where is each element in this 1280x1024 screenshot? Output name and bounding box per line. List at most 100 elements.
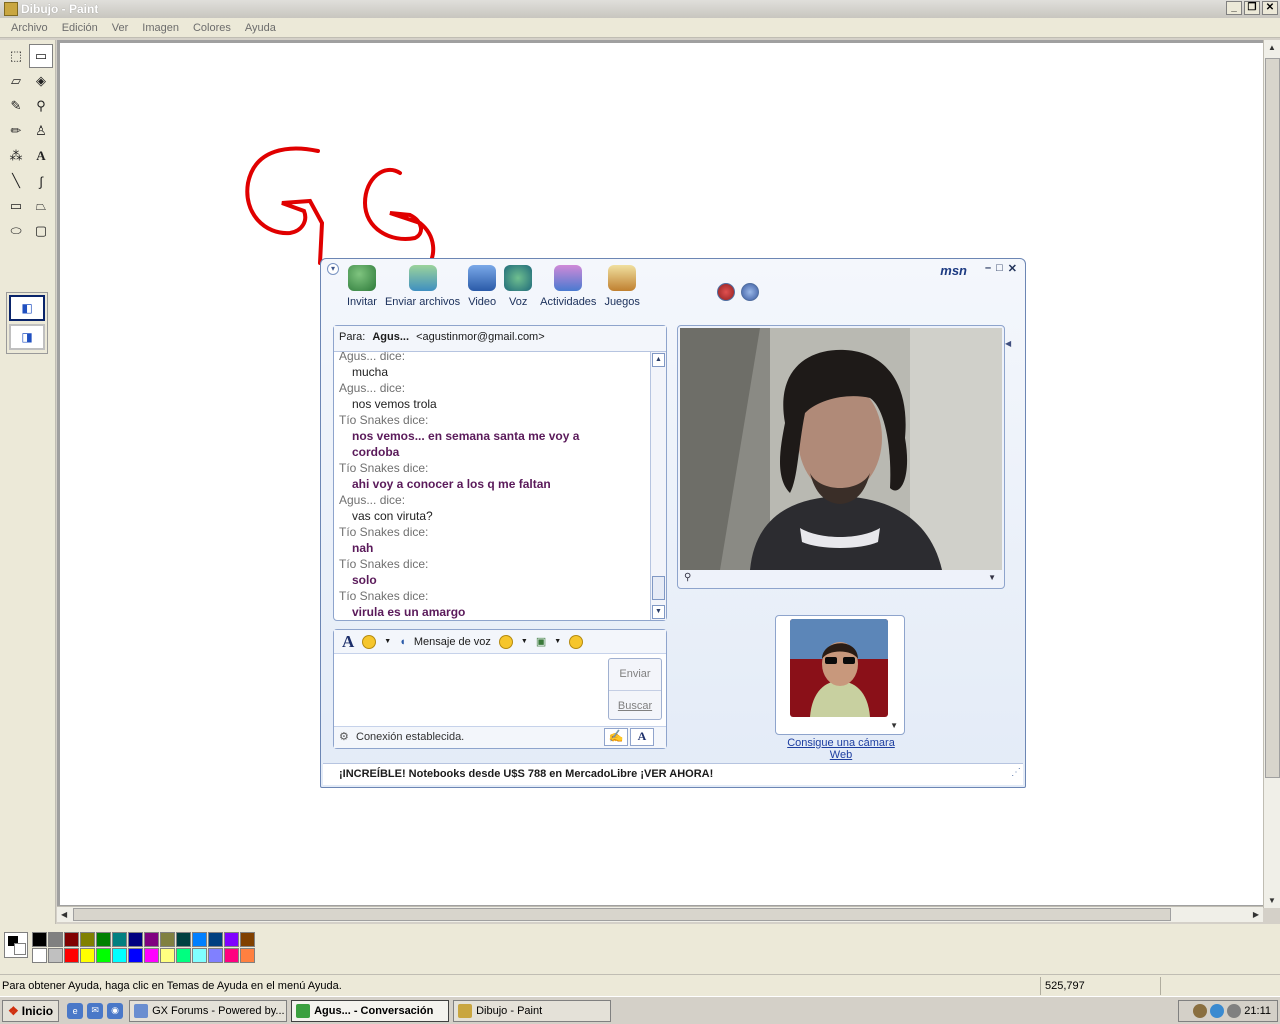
menu-edicion[interactable]: Edición (55, 22, 105, 34)
chevron-down-icon[interactable]: ▼ (384, 638, 391, 645)
color-swatch[interactable] (192, 932, 207, 947)
chevron-down-icon[interactable]: ▼ (890, 721, 898, 730)
color-swatch[interactable] (160, 932, 175, 947)
pencil-icon[interactable]: ✏ (4, 119, 28, 143)
color-swatch[interactable] (32, 932, 47, 947)
video-button[interactable]: Video (464, 265, 500, 308)
current-colors[interactable] (4, 932, 28, 958)
color-swatch[interactable] (96, 948, 111, 963)
color-swatch[interactable] (48, 932, 63, 947)
task-paint[interactable]: Dibujo - Paint (453, 999, 612, 1022)
color-swatch[interactable] (176, 948, 191, 963)
minimize-icon[interactable]: _ (1226, 1, 1242, 15)
emoticon-icon[interactable] (362, 634, 377, 649)
horizontal-scrollbar[interactable]: ◀ ▶ (57, 906, 1263, 922)
magnifier-icon[interactable]: ⚲ (29, 94, 53, 118)
horizontal-scroll-thumb[interactable] (73, 908, 1171, 921)
menu-colores[interactable]: Colores (186, 22, 238, 34)
rounded-rect-icon[interactable]: ▢ (29, 219, 53, 243)
collapse-panel-icon[interactable]: ◀ (1005, 339, 1011, 348)
menu-toggle-icon[interactable]: ▾ (327, 263, 339, 275)
display-picture-icon[interactable] (741, 283, 759, 301)
color-swatch[interactable] (208, 932, 223, 947)
color-swatch[interactable] (96, 932, 111, 947)
resize-grip-icon[interactable]: ⋰ (1011, 767, 1021, 778)
brush-icon[interactable]: ♙ (29, 119, 53, 143)
color-swatch[interactable] (32, 948, 47, 963)
color-swatch[interactable] (144, 932, 159, 947)
color-swatch[interactable] (192, 948, 207, 963)
nudge-icon[interactable] (569, 634, 584, 649)
text-tool-icon[interactable]: A (29, 144, 53, 168)
zoom-icon[interactable]: ⚲ (684, 572, 691, 583)
color-swatch[interactable] (64, 948, 79, 963)
msn-maximize-icon[interactable]: □ (996, 262, 1003, 275)
chevron-down-icon[interactable]: ▼ (521, 638, 528, 645)
rect-select-icon[interactable]: ▭ (29, 44, 53, 68)
chevron-down-icon[interactable]: ▼ (988, 573, 996, 582)
scroll-down-icon[interactable]: ▼ (1268, 896, 1276, 905)
message-history[interactable]: Agus... dice: mucha Agus... dice: nos vemos… (334, 352, 652, 620)
send-files-button[interactable]: Enviar archivos (381, 265, 464, 308)
clock[interactable]: 21:11 (1244, 1005, 1271, 1017)
color-swatch[interactable] (224, 948, 239, 963)
restore-icon[interactable]: ❐ (1244, 1, 1260, 15)
color-swatch[interactable] (240, 948, 255, 963)
chat-scroll-thumb[interactable] (652, 576, 665, 600)
rectangle-icon[interactable]: ▭ (4, 194, 28, 218)
opaque-option-icon[interactable]: ◧ (9, 295, 45, 321)
chat-scrollbar[interactable]: ▲ ▼ (650, 352, 666, 620)
menu-ver[interactable]: Ver (105, 22, 136, 34)
tray-icon[interactable] (1193, 1004, 1208, 1018)
voice-clip-button[interactable]: Mensaje de voz (414, 636, 491, 648)
ad-banner[interactable]: ¡INCREÍBLE! Notebooks desde U$S 788 en M… (323, 763, 1023, 785)
chat-scroll-up-icon[interactable]: ▲ (652, 353, 665, 367)
close-icon[interactable]: ✕ (1262, 1, 1278, 15)
color-swatch[interactable] (176, 932, 191, 947)
color-swatch[interactable] (160, 948, 175, 963)
invite-button[interactable]: Invitar (343, 265, 381, 308)
volume-icon[interactable] (1227, 1004, 1242, 1018)
ie-icon[interactable]: e (67, 1002, 84, 1019)
color-swatch[interactable] (48, 948, 63, 963)
block-icon[interactable] (717, 283, 735, 301)
curve-icon[interactable]: ∫ (29, 169, 53, 193)
menu-imagen[interactable]: Imagen (135, 22, 186, 34)
task-gx-forums[interactable]: GX Forums - Powered by... (129, 999, 288, 1022)
color-swatch[interactable] (240, 932, 255, 947)
send-button[interactable]: Enviar (609, 659, 661, 690)
color-swatch[interactable] (112, 948, 127, 963)
games-button[interactable]: Juegos (600, 265, 643, 308)
polygon-icon[interactable]: ⏢ (29, 194, 53, 218)
color-picker-icon[interactable]: ✎ (4, 94, 28, 118)
scroll-up-icon[interactable]: ▲ (1268, 43, 1276, 52)
color-swatch[interactable] (80, 932, 95, 947)
ellipse-icon[interactable]: ⬭ (4, 219, 28, 243)
media-icon[interactable]: ◉ (107, 1002, 124, 1019)
color-swatch[interactable] (80, 948, 95, 963)
msn-tray-icon[interactable] (1210, 1004, 1225, 1018)
task-conversation[interactable]: Agus... - Conversación (291, 999, 450, 1022)
message-input[interactable] (338, 658, 608, 720)
color-swatch[interactable] (64, 932, 79, 947)
color-swatch[interactable] (128, 932, 143, 947)
line-icon[interactable]: ╲ (4, 169, 28, 193)
menu-ayuda[interactable]: Ayuda (238, 22, 283, 34)
display-picture[interactable] (790, 619, 888, 717)
font-icon[interactable]: A (342, 632, 354, 652)
eraser-icon[interactable]: ▱ (4, 69, 28, 93)
handwriting-icon[interactable]: ✍ (604, 728, 628, 746)
color-swatch[interactable] (144, 948, 159, 963)
vertical-scroll-thumb[interactable] (1265, 58, 1280, 778)
color-swatch[interactable] (128, 948, 143, 963)
get-webcam-link[interactable]: Consigue una cámara Web (776, 737, 906, 761)
typing-mode-icon[interactable]: A (630, 728, 654, 746)
airbrush-icon[interactable]: ⁂ (4, 144, 28, 168)
chat-scroll-down-icon[interactable]: ▼ (652, 605, 665, 619)
scroll-right-icon[interactable]: ▶ (1253, 910, 1259, 919)
scroll-left-icon[interactable]: ◀ (61, 910, 67, 919)
fill-bucket-icon[interactable]: ◈ (29, 69, 53, 93)
color-swatch[interactable] (208, 948, 223, 963)
wink-icon[interactable] (498, 634, 513, 649)
free-select-icon[interactable]: ⬚ (4, 44, 28, 68)
